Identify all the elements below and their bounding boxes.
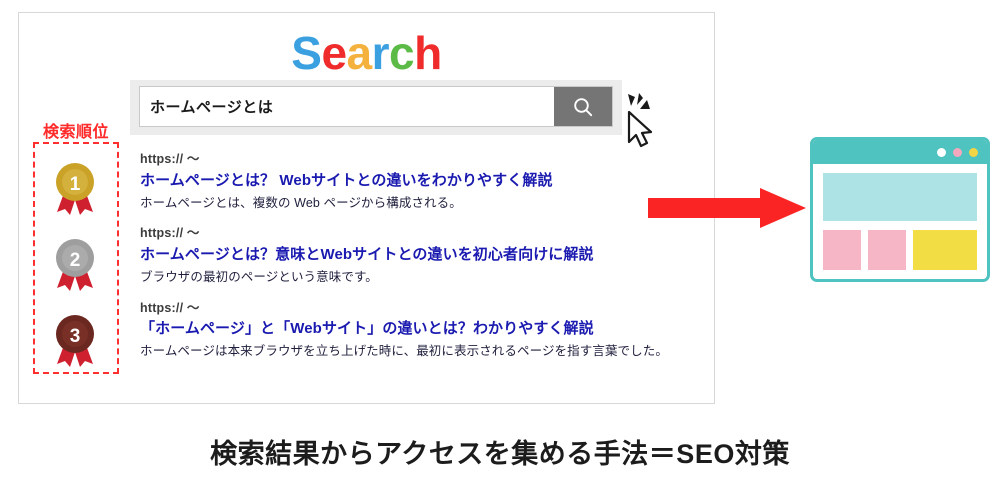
rank-medal-1: 1 [48, 160, 102, 220]
click-cursor-icon [622, 92, 676, 148]
window-dot-yellow-icon [969, 147, 978, 157]
search-logo: Search [18, 12, 715, 76]
rank-label: 検索順位 [42, 124, 109, 141]
mockup-pink-block-1 [823, 230, 861, 270]
search-results-list: https:// 〜 ホームページとは？ Webサイトとの違いをわかりやすく解説… [140, 150, 705, 373]
search-bar [139, 86, 613, 127]
mockup-yellow-block [913, 230, 977, 270]
medal-number-1: 1 [70, 174, 81, 195]
result-title-link[interactable]: ホームページとは？ Webサイトとの違いをわかりやすく解説 [140, 170, 705, 192]
mockup-body [813, 164, 987, 279]
window-dot-white-icon [937, 147, 946, 157]
logo-letter-e: e [321, 27, 347, 79]
mockup-hero-block [823, 173, 977, 221]
search-submit-button[interactable] [554, 87, 612, 126]
medal-number-3: 3 [70, 326, 81, 347]
result-title-link[interactable]: ホームページとは？意味とWebサイトとの違いを初心者向けに解説 [140, 244, 705, 266]
result-url: https:// 〜 [140, 300, 200, 315]
window-dot-pink-icon [953, 147, 962, 157]
search-result-item[interactable]: https:// 〜 ホームページとは？意味とWebサイトとの違いを初心者向けに… [140, 224, 705, 286]
result-snippet: ブラウザの最初のページという意味です。 [140, 269, 378, 284]
mockup-block-row [823, 230, 977, 270]
mockup-pink-block-2 [868, 230, 906, 270]
result-title-link[interactable]: 「ホームページ」と「Webサイト」の違いとは？わかりやすく解説 [140, 318, 705, 340]
medal-number-2: 2 [70, 250, 81, 271]
logo-letter-s: S [291, 27, 322, 79]
logo-letter-c: c [389, 27, 415, 79]
logo-letter-h: h [414, 27, 442, 79]
infographic-canvas: Search 検索順位 [0, 0, 1000, 504]
logo-letter-r: r [371, 27, 390, 79]
search-icon [571, 95, 595, 119]
logo-letter-a: a [346, 27, 373, 79]
website-mockup [810, 137, 990, 282]
result-url: https:// 〜 [140, 226, 200, 241]
right-arrow-icon [648, 186, 808, 230]
rank-medal-2: 2 [48, 236, 102, 296]
result-snippet: ホームページは本来ブラウザを立ち上げた時に、最初に表示されるページを指す言葉でし… [140, 344, 668, 358]
rank-medal-3: 3 [48, 312, 102, 372]
mockup-titlebar [813, 140, 987, 164]
search-result-item[interactable]: https:// 〜 ホームページとは？ Webサイトとの違いをわかりやすく解説… [140, 150, 705, 212]
result-snippet: ホームページとは、複数の Web ページから構成される。 [140, 195, 462, 210]
caption-text: 検索結果からアクセスを集める手法＝SEO対策 [210, 439, 790, 469]
result-url: https:// 〜 [140, 152, 200, 166]
search-input[interactable] [140, 87, 554, 126]
search-result-item[interactable]: https:// 〜 「ホームページ」と「Webサイト」の違いとは？わかりやすく… [140, 299, 705, 361]
